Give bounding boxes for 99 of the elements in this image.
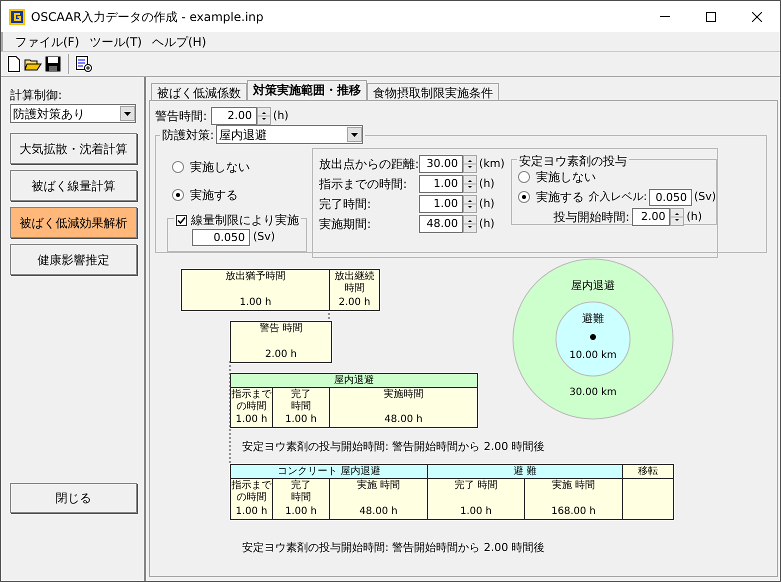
cell-value: 1.00 h — [240, 297, 272, 309]
unit-label: (h) — [686, 208, 702, 225]
unit-label: (h) — [479, 176, 495, 192]
cell-title: 完了 時間 — [454, 480, 498, 492]
note-text: 安定ヨウ素剤の投与開始時間: 警告開始時間から 2.00 時間後 — [242, 540, 545, 556]
spin-arrows-icon[interactable] — [463, 175, 478, 193]
number-field[interactable]: 0.050 — [192, 229, 250, 246]
unit-label: (h) — [479, 216, 495, 232]
cell-value: 2.00 h — [338, 297, 370, 309]
cell-title: 時間 — [291, 401, 311, 413]
unit-label: (h) — [479, 196, 495, 212]
cell-title: 指示まで — [232, 480, 272, 492]
note-text: 安定ヨウ素剤の投与開始時間: 警告開始時間から 2.00 時間後 — [242, 439, 545, 455]
radio-button[interactable] — [172, 161, 184, 173]
number-field[interactable]: 30.00 — [419, 155, 464, 173]
cell-title: の時間 — [236, 401, 266, 413]
sidebar-button[interactable]: 被ばく低減効果解析 — [10, 207, 137, 238]
menu-item[interactable]: ツール(T) — [89, 32, 142, 50]
radio-button[interactable] — [518, 191, 530, 203]
field-label: 警告時間: — [155, 108, 208, 125]
radio-button[interactable] — [172, 189, 184, 201]
number-field[interactable]: 2.00 — [632, 208, 670, 226]
list-add-icon[interactable] — [76, 56, 92, 72]
unit-label: (h) — [273, 108, 289, 124]
cell-value: 1.00 h — [236, 506, 268, 518]
cell-title: 実施 時間 — [356, 480, 400, 492]
group-label: 安定ヨウ素剤の投与 — [517, 152, 630, 170]
cell-title: 完了 — [291, 389, 311, 400]
number-field[interactable]: 1.00 — [419, 175, 464, 193]
number-field[interactable]: 2.00 — [211, 107, 258, 125]
cell-value: 1.00 h — [285, 506, 317, 518]
cell-title: の時間 — [236, 492, 266, 504]
unit-label: (Sv) — [253, 229, 276, 246]
field-label: 投与開始時間: — [553, 209, 630, 226]
zone-distance: 10.00 km — [568, 349, 618, 363]
dropdown[interactable]: 屋内退避 — [216, 125, 364, 144]
tab[interactable]: 被ばく低減係数 — [151, 83, 247, 100]
spin-arrows-icon[interactable] — [463, 155, 478, 173]
cell-title: 放出継続 — [334, 271, 374, 282]
sidebar-button[interactable]: 健康影響推定 — [10, 244, 137, 275]
menu-item[interactable]: ファイル(F) — [15, 32, 80, 50]
spin-arrows-icon[interactable] — [463, 215, 478, 233]
cell-value: 1.00 h — [285, 414, 317, 426]
field-label: 介入レベル: — [588, 188, 648, 205]
number-field[interactable]: 48.00 — [419, 215, 464, 233]
radio-label[interactable]: 実施する — [536, 188, 584, 206]
window-title: OSCAAR入力データの作成 - example.inp — [31, 8, 264, 26]
zone-distance: 30.00 km — [568, 386, 618, 400]
cell-value: 1.00 h — [460, 506, 492, 518]
cell-title: 実施 時間 — [552, 480, 596, 492]
release-point — [590, 334, 596, 340]
cell-title: 実施時間 — [384, 389, 424, 401]
spin-arrows-icon[interactable] — [463, 195, 478, 213]
number-field[interactable]: 1.00 — [419, 195, 464, 213]
tab[interactable]: 対策実施範囲・推移 — [247, 80, 367, 100]
menu-item[interactable]: ヘルプ(H) — [152, 32, 206, 50]
cell-title: 放出猶予時間 — [226, 271, 286, 283]
maximize-icon — [706, 12, 716, 22]
dropdown[interactable]: 防護対策あり — [10, 104, 136, 123]
sidebar-label: 計算制御: — [10, 87, 64, 104]
unit-label: (km) — [479, 156, 505, 172]
cell-value: 168.00 h — [551, 506, 596, 518]
table-header: コンクリート 屋内退避 — [231, 465, 428, 478]
cell-title: 警告 時間 — [259, 323, 303, 335]
field-label: 放出点からの距離: — [319, 156, 420, 173]
radio-label[interactable]: 実施しない — [190, 158, 250, 176]
cell-value: 1.00 h — [236, 414, 268, 426]
radio-label[interactable]: 実施する — [190, 186, 238, 204]
cell-value: 48.00 h — [359, 506, 398, 518]
close-dialog-button[interactable]: 閉じる — [10, 483, 137, 513]
checkbox[interactable] — [176, 214, 187, 226]
spin-arrows-icon[interactable] — [670, 208, 684, 226]
cell-value: 2.00 h — [265, 349, 297, 361]
sidebar-button[interactable]: 大気拡散・沈着計算 — [10, 133, 137, 164]
radio-button[interactable] — [518, 171, 530, 183]
tab[interactable]: 食物摂取制限実施条件 — [367, 83, 499, 100]
minimize-icon — [660, 16, 670, 17]
new-file-icon[interactable] — [7, 56, 21, 72]
radio-label[interactable]: 実施しない — [536, 168, 596, 186]
field-label: 実施期間: — [319, 216, 372, 233]
spin-arrows-icon[interactable] — [257, 107, 272, 125]
table-header: 避 難 — [428, 465, 623, 478]
field-label: 指示までの時間: — [319, 176, 408, 193]
table-header: 屋内退避 — [231, 374, 477, 387]
cell-value: 48.00 h — [384, 414, 423, 426]
field-label: 完了時間: — [319, 196, 372, 213]
unit-label: (Sv) — [694, 188, 716, 205]
cell-title: 時間 — [344, 283, 364, 295]
sidebar-button[interactable]: 被ばく線量計算 — [10, 170, 137, 201]
zone-label: 避難 — [581, 311, 605, 327]
number-field[interactable]: 0.050 — [649, 188, 692, 206]
cell-title: 完了 — [291, 480, 311, 492]
group-label: 防護対策: — [162, 126, 214, 144]
cell-title: 指示まで — [232, 389, 272, 400]
save-icon[interactable] — [45, 56, 61, 72]
zone-label: 屋内退避 — [570, 278, 616, 294]
app-logo-icon — [9, 8, 25, 24]
close-icon — [752, 12, 762, 22]
cell-title: 時間 — [291, 492, 311, 504]
